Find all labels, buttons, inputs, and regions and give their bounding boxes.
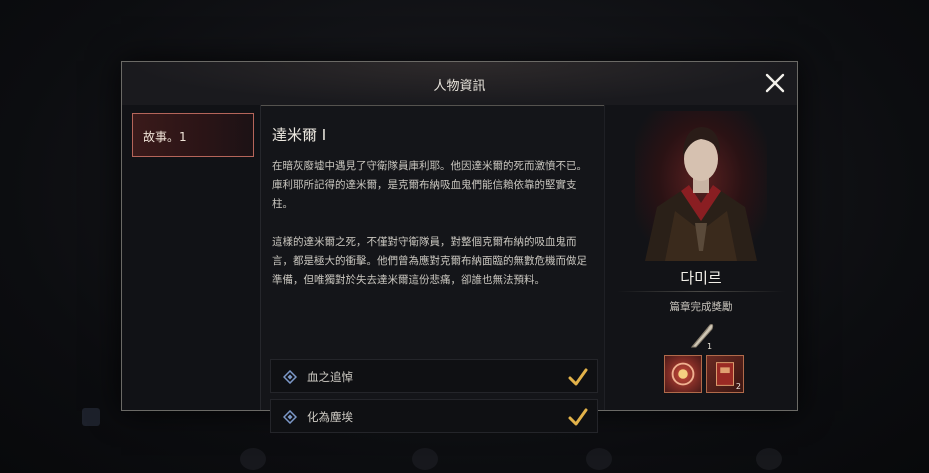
feather-reward[interactable]: 1 — [686, 319, 716, 351]
reward-count: 2 — [735, 382, 741, 391]
objective-item: 化為塵埃 — [270, 399, 598, 433]
feather-icon: 1 — [690, 324, 714, 351]
background-slot — [586, 448, 612, 470]
background-slot — [240, 448, 266, 470]
chapter-list: 故事。1 — [122, 105, 261, 410]
reward-slot[interactable]: 2 — [706, 355, 744, 393]
character-name: 다미르 — [680, 269, 722, 287]
objective-item: 血之追悼 — [270, 359, 598, 393]
story-panel: 達米爾 I 在暗灰廢墟中遇見了守衛隊員庫利耶。他因達米爾的死而激憤不已。庫利耶所… — [260, 105, 604, 433]
reward-items: 2 — [664, 355, 744, 395]
reward-label: 篇章完成獎勵 — [669, 301, 733, 313]
reward-slot[interactable] — [664, 355, 702, 393]
background-slot — [756, 448, 782, 470]
story-paragraph: 在暗灰廢墟中遇見了守衛隊員庫利耶。他因達米爾的死而激憤不已。庫利耶所記得的達米爾… — [272, 160, 587, 210]
objective-label: 化為塵埃 — [307, 410, 353, 424]
red-orb-icon — [671, 362, 695, 386]
diamond-icon — [283, 370, 297, 384]
story-title: 達米爾 I — [272, 126, 327, 144]
checkmark-icon — [568, 408, 588, 426]
character-info-dialog: 人物資訊 故事。1 達米爾 I 在暗灰廢墟中遇見了守衛隊員庫利耶。他因達米爾的死… — [121, 61, 798, 433]
checkmark-icon — [568, 368, 588, 386]
story-paragraph: 這樣的達米爾之死，不僅對守衛隊員，對整個克爾布納的吸血鬼而言，都是極大的衝擊。他… — [272, 236, 587, 286]
close-icon — [765, 73, 785, 93]
close-button[interactable] — [763, 71, 787, 95]
dialog-title: 人物資訊 — [433, 79, 486, 94]
character-portrait — [635, 111, 767, 261]
objective-label: 血之追悼 — [307, 370, 353, 384]
background-menu-icon — [82, 408, 100, 426]
divider — [617, 291, 785, 292]
diamond-icon — [283, 410, 297, 424]
chapter-tab-label: 故事。1 — [143, 130, 187, 144]
feather-count: 1 — [707, 342, 712, 351]
character-portrait-image — [645, 127, 757, 261]
chapter-tab-1[interactable]: 故事。1 — [132, 113, 254, 157]
background-slot — [412, 448, 438, 470]
dialog-header: 人物資訊 — [122, 62, 797, 106]
character-panel: 다미르 篇章完成獎勵 1 2 — [604, 105, 797, 410]
